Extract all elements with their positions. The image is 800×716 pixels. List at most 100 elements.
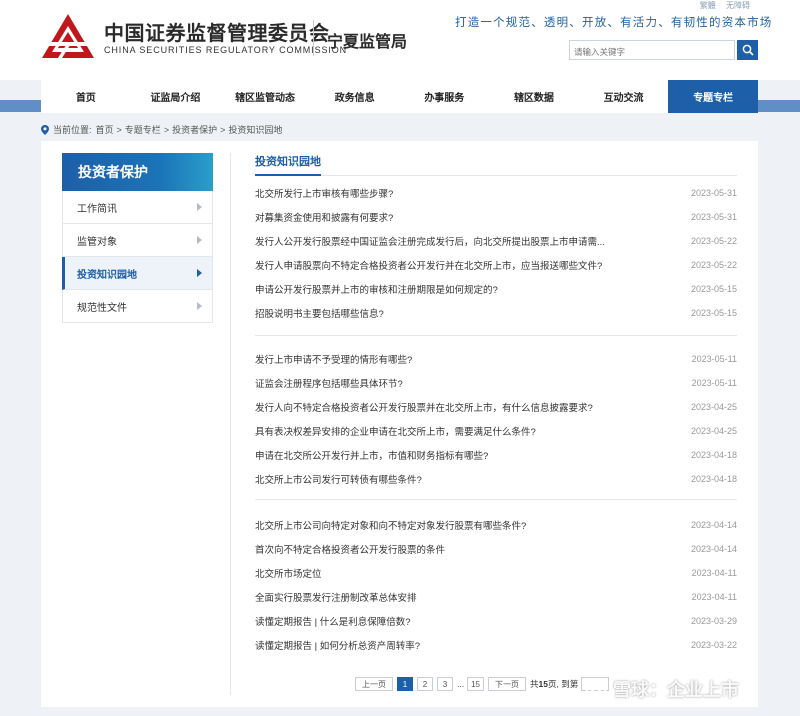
total-prefix: 共 <box>530 679 539 689</box>
list-item[interactable]: 发行上市申请不予受理的情形有哪些? 2023-05-11 <box>255 347 737 371</box>
nav-item-about[interactable]: 证监局介绍 <box>131 80 221 113</box>
list-item[interactable]: 读懂定期报告 | 如何分析总资产周转率? 2023-03-22 <box>255 633 737 657</box>
breadcrumb-separator: > <box>116 124 122 135</box>
search-button[interactable] <box>737 40 758 60</box>
article-title[interactable]: 北交所上市公司发行可转债有哪些条件? <box>255 472 422 486</box>
list-item[interactable]: 北交所上市公司发行可转债有哪些条件? 2023-04-18 <box>255 467 737 491</box>
article-group: 北交所上市公司向特定对象和向不特定对象发行股票有哪些条件? 2023-04-14 … <box>255 513 737 657</box>
article-title[interactable]: 申请在北交所公开发行并上市，市值和财务指标有哪些? <box>255 448 488 462</box>
article-title[interactable]: 证监会注册程序包括哪些具体环节? <box>255 376 403 390</box>
breadcrumb-separator: > <box>163 124 170 135</box>
watermark-text: 雪球：企业上市 <box>613 680 739 700</box>
csrc-logo-icon[interactable] <box>40 12 96 62</box>
article-title[interactable]: 全面实行股票发行注册制改革总体安排 <box>255 590 417 604</box>
article-date: 2023-05-11 <box>691 354 737 364</box>
nav-item-services[interactable]: 办事服务 <box>400 80 490 113</box>
article-date: 2023-05-11 <box>691 378 737 388</box>
article-title[interactable]: 首次向不特定合格投资者公开发行股票的条件 <box>255 542 445 556</box>
list-item[interactable]: 首次向不特定合格投资者公开发行股票的条件 2023-04-14 <box>255 537 737 561</box>
list-item[interactable]: 发行人申请股票向不特定合格投资者公开发行并在北交所上市，应当报送哪些文件? 202… <box>255 253 737 277</box>
article-date: 2023-04-11 <box>691 568 737 578</box>
top-links: 繁體 无障碍 <box>692 0 750 11</box>
list-item[interactable]: 发行人公开发行股票经中国证监会注册完成发行后，向北交所提出股票上市申请需... 2… <box>255 229 737 253</box>
page-last-button[interactable]: 15 <box>467 677 484 691</box>
nav-item-government-info[interactable]: 政务信息 <box>310 80 400 113</box>
breadcrumb-special-topics[interactable]: 专题专栏 <box>125 123 161 136</box>
bureau-name: 宁夏监管局 <box>327 34 408 51</box>
list-item[interactable]: 具有表决权差异安排的企业申请在北交所上市，需要满足什么条件? 2023-04-25 <box>255 419 737 443</box>
article-title[interactable]: 北交所市场定位 <box>255 566 322 580</box>
page-1-button[interactable]: 1 <box>397 677 413 691</box>
article-group: 发行上市申请不予受理的情形有哪些? 2023-05-11 证监会注册程序包括哪些具… <box>255 347 737 491</box>
nav-item-home[interactable]: 首页 <box>41 80 131 113</box>
list-item[interactable]: 北交所上市公司向特定对象和向不特定对象发行股票有哪些条件? 2023-04-14 <box>255 513 737 537</box>
article-title[interactable]: 读懂定期报告 | 什么是利息保障倍数? <box>255 614 411 628</box>
total-pages: 15 <box>538 679 548 689</box>
traditional-chinese-link[interactable]: 繁體 <box>700 1 716 10</box>
article-title[interactable]: 对募集资金使用和披露有何要求? <box>255 210 393 224</box>
list-item[interactable]: 全面实行股票发行注册制改革总体安排 2023-04-11 <box>255 585 737 609</box>
org-name-en: CHINA SECURITIES REGULATORY COMMISSION <box>104 45 348 55</box>
article-date: 2023-05-22 <box>690 236 737 246</box>
nav-item-regulatory-news[interactable]: 辖区监管动态 <box>220 80 310 113</box>
sidebar-item-regulated-entities[interactable]: 监管对象 <box>62 224 213 257</box>
list-item[interactable]: 证监会注册程序包括哪些具体环节? 2023-05-11 <box>255 371 737 395</box>
list-item[interactable]: 申请在北交所公开发行并上市，市值和财务指标有哪些? 2023-04-18 <box>255 443 737 467</box>
list-item[interactable]: 申请公开发行股票并上市的审核和注册期限是如何规定的? 2023-05-15 <box>255 277 737 301</box>
article-title[interactable]: 读懂定期报告 | 如何分析总资产周转率? <box>255 638 420 652</box>
sidebar-item-label: 监管对象 <box>77 236 117 248</box>
sidebar-item-work-news[interactable]: 工作简讯 <box>62 191 213 224</box>
main-nav: 首页 证监局介绍 辖区监管动态 政务信息 办事服务 辖区数据 互动交流 专题专栏 <box>41 80 758 113</box>
article-title[interactable]: 发行人申请股票向不特定合格投资者公开发行并在北交所上市，应当报送哪些文件? <box>255 258 602 272</box>
content-title-text: 投资知识园地 <box>255 156 321 168</box>
article-date: 2023-04-25 <box>690 402 737 412</box>
next-page-button[interactable]: 下一页 <box>488 677 526 691</box>
chevron-right-icon <box>197 302 202 310</box>
content-title: 投资知识园地 <box>255 153 737 176</box>
breadcrumb-separator: > <box>220 124 226 135</box>
breadcrumb-investor-protection[interactable]: 投资者保护 <box>172 123 217 136</box>
search-icon <box>742 44 754 56</box>
nav-item-special-topics[interactable]: 专题专栏 <box>668 80 758 113</box>
sidebar-item-knowledge-garden[interactable]: 投资知识园地 <box>62 257 213 290</box>
accessibility-link[interactable]: 无障碍 <box>726 1 750 10</box>
article-group: 北交所发行上市审核有哪些步骤? 2023-05-31 对募集资金使用和披露有何要求… <box>255 181 737 325</box>
article-title[interactable]: 具有表决权差异安排的企业申请在北交所上市，需要满足什么条件? <box>255 424 536 438</box>
snowball-logo-icon <box>586 679 606 699</box>
page-2-button[interactable]: 2 <box>417 677 433 691</box>
sidebar-item-label: 工作简讯 <box>77 203 117 215</box>
article-date: 2023-05-15 <box>690 308 737 318</box>
chevron-right-icon <box>197 269 202 277</box>
prev-page-button[interactable]: 上一页 <box>355 677 393 691</box>
article-title[interactable]: 发行上市申请不予受理的情形有哪些? <box>255 352 412 366</box>
article-title[interactable]: 北交所发行上市审核有哪些步骤? <box>255 186 393 200</box>
list-item[interactable]: 北交所市场定位 2023-04-11 <box>255 561 737 585</box>
nav-item-data[interactable]: 辖区数据 <box>489 80 579 113</box>
total-suffix: 页, 到第 <box>547 679 579 689</box>
article-title[interactable]: 申请公开发行股票并上市的审核和注册期限是如何规定的? <box>255 282 498 296</box>
article-date: 2023-04-11 <box>691 592 737 602</box>
group-divider <box>255 335 737 336</box>
breadcrumb-home[interactable]: 首页 <box>96 123 114 136</box>
nav-item-interaction[interactable]: 互动交流 <box>579 80 669 113</box>
page-3-button[interactable]: 3 <box>437 677 453 691</box>
article-date: 2023-05-15 <box>690 284 737 294</box>
article-date: 2023-03-22 <box>690 640 737 650</box>
article-date: 2023-04-18 <box>690 474 737 484</box>
breadcrumb-knowledge-garden[interactable]: 投资知识园地 <box>228 123 282 136</box>
sidebar-item-normative-documents[interactable]: 规范性文件 <box>62 290 213 323</box>
list-item[interactable]: 发行人向不特定合格投资者公开发行股票并在北交所上市，有什么信息披露要求? 2023… <box>255 395 737 419</box>
list-item[interactable]: 读懂定期报告 | 什么是利息保障倍数? 2023-03-29 <box>255 609 737 633</box>
article-title[interactable]: 发行人向不特定合格投资者公开发行股票并在北交所上市，有什么信息披露要求? <box>255 400 593 414</box>
article-title[interactable]: 北交所上市公司向特定对象和向不特定对象发行股票有哪些条件? <box>255 518 526 532</box>
list-item[interactable]: 对募集资金使用和披露有何要求? 2023-05-31 <box>255 205 737 229</box>
list-item[interactable]: 招股说明书主要包括哪些信息? 2023-05-15 <box>255 301 737 325</box>
article-title[interactable]: 发行人公开发行股票经中国证监会注册完成发行后，向北交所提出股票上市申请需... <box>255 234 605 248</box>
list-item[interactable]: 北交所发行上市审核有哪些步骤? 2023-05-31 <box>255 181 737 205</box>
article-date: 2023-04-14 <box>690 520 737 530</box>
search-input[interactable] <box>569 40 735 60</box>
breadcrumb: 当前位置: 首页 > 专题专栏 > 投资者保护 > 投资知识园地 <box>41 123 282 136</box>
org-name-cn[interactable]: 中国证券监督管理委员会 <box>104 17 330 46</box>
main-panel: 投资者保护 工作简讯 监管对象 投资知识园地 规范性文件 投资知识园地 北交所发… <box>41 141 758 707</box>
article-title[interactable]: 招股说明书主要包括哪些信息? <box>255 306 384 320</box>
